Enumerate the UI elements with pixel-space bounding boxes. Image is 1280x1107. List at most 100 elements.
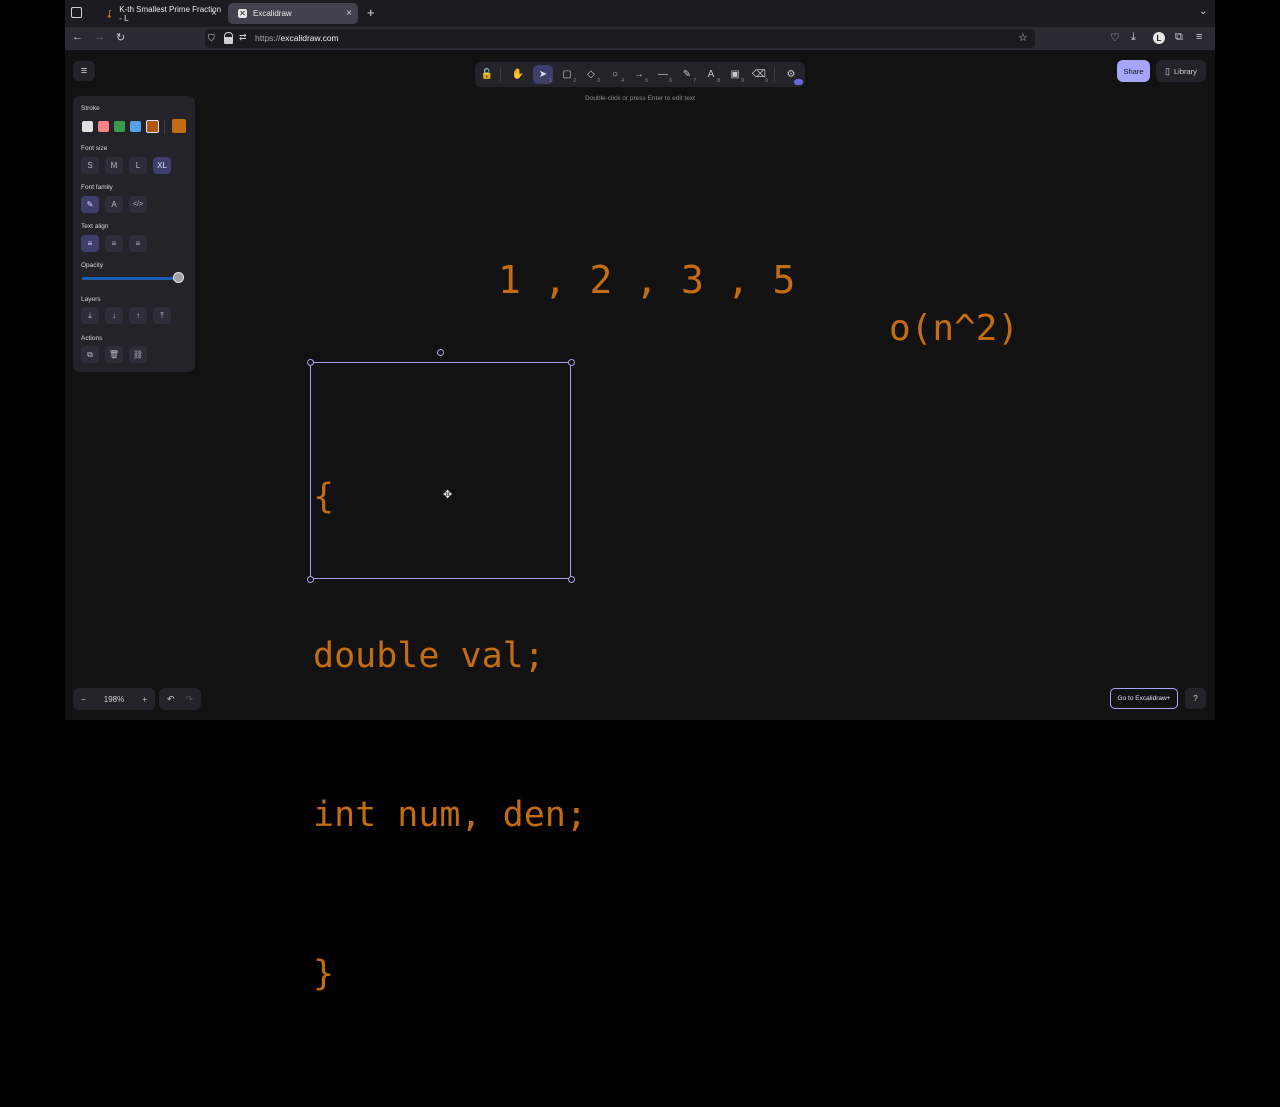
excalidraw-plus-button[interactable]: Go to Excalidraw+ (1110, 688, 1178, 709)
tab-list-chevron-icon[interactable]: ⌄ (1199, 6, 1207, 17)
ellipse-tool-icon[interactable]: ○ 4 (605, 65, 625, 84)
tab-label: Excalidraw (253, 9, 292, 18)
actions-label: Actions (81, 335, 103, 342)
trash-icon[interactable]: 🗑 (105, 346, 123, 363)
tab-excalidraw[interactable]: ✕ Excalidraw × (228, 3, 358, 24)
close-tab-icon[interactable]: × (346, 8, 352, 19)
help-icon[interactable]: ? (1185, 688, 1206, 709)
shield-icon[interactable]: ⛉ (208, 33, 215, 44)
align-right-icon[interactable]: ≡ (129, 235, 147, 252)
zoom-out-button[interactable]: − (81, 695, 86, 704)
pencil-tool-icon[interactable]: ✎ 7 (677, 65, 697, 84)
hand-tool-icon[interactable]: ✋ (508, 65, 528, 84)
tab-label: K-th Smallest Prime Fraction - L (119, 4, 222, 23)
sequence-text[interactable]: 1 , 2 , 3 , 5 (498, 258, 795, 302)
bookmark-star-icon[interactable]: ☆ (1018, 31, 1028, 44)
selected-text-box[interactable]: { double val; int num, den; } (310, 362, 587, 994)
stroke-swatch-red[interactable] (98, 121, 109, 132)
selection-tool-icon[interactable]: ➤ 1 (533, 65, 553, 84)
diamond-tool-icon[interactable]: ◇ 3 (581, 65, 601, 84)
rectangle-tool-icon[interactable]: ▢ 2 (557, 65, 577, 84)
library-button[interactable]: ▯ Library (1156, 60, 1206, 82)
stroke-swatch-orange[interactable] (146, 120, 159, 133)
current-stroke-color[interactable] (172, 119, 186, 133)
toolbar-divider (500, 67, 501, 82)
opacity-slider-track[interactable] (82, 277, 178, 280)
resize-handle-sw[interactable] (307, 576, 314, 583)
send-to-back-icon[interactable]: ⤓ (81, 307, 99, 324)
font-size-l[interactable]: L (129, 157, 147, 174)
code-text[interactable]: { double val; int num, den; } (313, 365, 587, 1107)
forward-arrow-icon[interactable]: → (94, 31, 105, 43)
download-icon[interactable]: ⤓ (1131, 31, 1136, 44)
arrow-tool-icon[interactable]: → 5 (629, 65, 649, 84)
opacity-label: Opacity (81, 262, 104, 269)
tab-overview-icon[interactable] (71, 7, 82, 18)
navigation-bar: ← → ↻ ⛉ ⇄ https://excalidraw.com ☆ ♡ ⤓ L… (65, 27, 1215, 50)
reload-icon[interactable]: ↻ (116, 31, 125, 44)
font-size-s[interactable]: S (81, 157, 99, 174)
bring-to-front-icon[interactable]: ⤒ (153, 307, 171, 324)
shape-toolbar: 🔓 ✋ ➤ 1 ▢ 2 ◇ 3 ○ 4 → 5 —6 ✎ 7 A8 ▣ 9 ⌫ 0 ⚙ (475, 62, 805, 87)
tab-leetcode[interactable]: ʆ K-th Smallest Prime Fraction - L × (95, 3, 223, 24)
excalidraw-canvas[interactable]: ≡ 🔓 ✋ ➤ 1 ▢ 2 ◇ 3 ○ 4 → 5 —6 ✎ 7 A8 ▣ 9 ⌫ 0 ⚙ Do… (65, 50, 1215, 994)
lock-tool-icon[interactable]: 🔓 (477, 65, 497, 84)
link-icon[interactable]: ⛓ (129, 346, 147, 363)
font-size-xl[interactable]: XL (153, 157, 171, 174)
swatch-divider (164, 120, 165, 134)
resize-handle-se[interactable] (568, 576, 575, 583)
zoom-level[interactable]: 198% (104, 695, 124, 704)
resize-handle-ne[interactable] (568, 359, 575, 366)
complexity-text[interactable]: o(n^2) (889, 308, 1019, 349)
extra-tools-icon[interactable]: ⚙ (781, 65, 803, 85)
back-arrow-icon[interactable]: ← (72, 31, 83, 43)
text-tool-icon[interactable]: A8 (701, 65, 721, 84)
resize-handle-nw[interactable] (307, 359, 314, 366)
new-tab-button[interactable]: + (367, 5, 375, 20)
eraser-tool-icon[interactable]: ⌫ 0 (749, 65, 769, 84)
edit-hint-text: Double-click or press Enter to edit text (585, 95, 695, 102)
history-controls: ↶ ↷ (159, 688, 201, 710)
pocket-icon[interactable]: ♡ (1110, 31, 1120, 44)
main-menu-icon[interactable]: ≡ (73, 61, 95, 81)
hamburger-menu-icon[interactable]: ≡ (1196, 31, 1202, 43)
line-tool-icon[interactable]: —6 (653, 65, 673, 84)
book-icon: ▯ (1165, 65, 1170, 76)
rotate-handle[interactable] (437, 349, 444, 356)
stroke-swatch-green[interactable] (114, 121, 125, 132)
stroke-swatch-white[interactable] (82, 121, 93, 132)
normal-font-icon[interactable]: A (105, 196, 123, 213)
font-size-label: Font size (81, 145, 108, 152)
tab-strip: ʆ K-th Smallest Prime Fraction - L × ✕ E… (65, 0, 1215, 27)
stroke-label: Stroke (81, 105, 100, 112)
redo-icon[interactable]: ↷ (185, 694, 193, 705)
browser-window: ʆ K-th Smallest Prime Fraction - L × ✕ E… (65, 0, 1215, 994)
opacity-slider-thumb[interactable] (173, 272, 184, 283)
align-center-icon[interactable]: ≡ (105, 235, 123, 252)
send-backward-icon[interactable]: ↓ (105, 307, 123, 324)
extensions-icon[interactable]: ⧉ (1175, 31, 1183, 44)
address-bar[interactable]: ⛉ ⇄ https://excalidraw.com ☆ (205, 29, 1035, 48)
align-left-icon[interactable]: ≡ (81, 235, 99, 252)
permissions-icon[interactable]: ⇄ (239, 32, 247, 43)
code-line: int num, den; (313, 795, 587, 835)
image-tool-icon[interactable]: ▣ 9 (725, 65, 745, 84)
close-tab-icon[interactable]: × (211, 8, 217, 19)
bring-forward-icon[interactable]: ↑ (129, 307, 147, 324)
lock-body (224, 37, 233, 44)
share-button[interactable]: Share (1117, 60, 1150, 82)
properties-panel: Stroke Font size S M L XL Font family ✎ … (73, 96, 195, 372)
account-avatar-icon[interactable]: L (1153, 32, 1165, 44)
url-text: https://excalidraw.com (255, 33, 339, 43)
font-size-m[interactable]: M (105, 157, 123, 174)
duplicate-icon[interactable]: ⧉ (81, 346, 99, 363)
code-font-icon[interactable]: </> (129, 196, 147, 213)
right-letterbox (1215, 0, 1280, 720)
hand-drawn-font-icon[interactable]: ✎ (81, 196, 99, 213)
layers-label: Layers (81, 296, 101, 303)
zoom-in-button[interactable]: + (142, 695, 147, 704)
excalidraw-favicon-icon: ✕ (238, 9, 247, 18)
undo-icon[interactable]: ↶ (167, 694, 175, 705)
code-line: double val; (313, 636, 545, 676)
stroke-swatch-blue[interactable] (130, 121, 141, 132)
